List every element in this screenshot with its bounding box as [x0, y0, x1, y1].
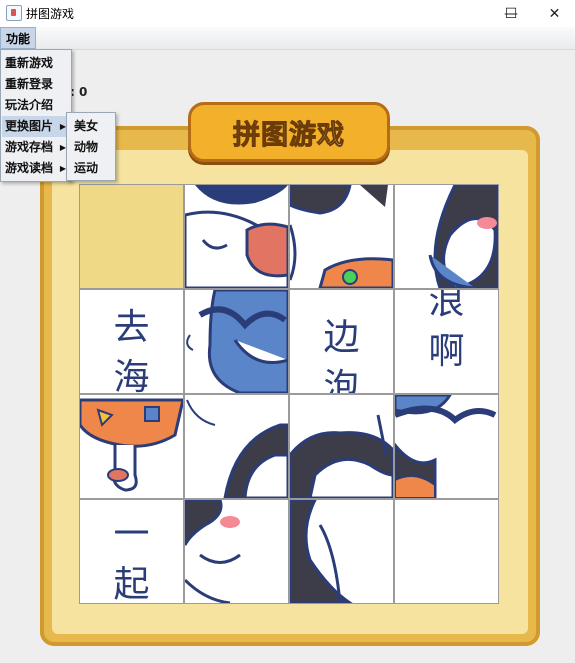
menu-item-restart[interactable]: 重新游戏: [2, 53, 70, 74]
tile-char: 啊: [428, 331, 465, 372]
menu-bar: [0, 27, 575, 50]
puzzle-tile-r2c3[interactable]: [395, 395, 498, 498]
submenu-item-animal[interactable]: 动物: [68, 137, 114, 158]
puzzle-tile-r3c0[interactable]: 一 起: [80, 500, 183, 603]
puzzle-tile-r0c2[interactable]: [290, 185, 393, 288]
puzzle-tile-r1c0[interactable]: 去 海: [80, 290, 183, 393]
puzzle-tile-r1c3[interactable]: 浪 啊: [395, 290, 498, 393]
step-counter: : 0: [70, 85, 88, 99]
tile-char: 一: [113, 514, 150, 555]
menu-item-howto[interactable]: 玩法介绍: [2, 95, 70, 116]
window-title: 拼图游戏: [26, 7, 75, 21]
tile-char: 边: [323, 317, 360, 358]
close-button[interactable]: ✕: [534, 0, 575, 27]
menu-item-label: 更换图片: [5, 119, 54, 133]
puzzle-tile-r2c1[interactable]: [185, 395, 288, 498]
menu-function[interactable]: 功能: [0, 27, 37, 49]
maximize-button[interactable]: ☐: [488, 0, 534, 27]
change-image-submenu: 美女 动物 运动: [66, 112, 116, 181]
puzzle-tile-r3c3[interactable]: [395, 500, 498, 603]
puzzle-tile-r1c2[interactable]: 边 泡: [290, 290, 393, 393]
logo-text: 拼图游戏: [233, 119, 345, 151]
game-logo: 拼图游戏: [188, 102, 390, 162]
function-menu-popup: 重新游戏 重新登录 玩法介绍 更换图片 ▶ 游戏存档 ▶ 游戏读档 ▶: [0, 49, 72, 182]
java-app-icon: [6, 5, 22, 21]
puzzle-tile-r3c1[interactable]: [185, 500, 288, 603]
title-bar: 拼图游戏 — ☐ ✕: [0, 0, 575, 27]
menu-item-relogin[interactable]: 重新登录: [2, 74, 70, 95]
tile-char: 去: [113, 307, 150, 348]
tile-char: 海: [113, 357, 150, 393]
puzzle-tile-r3c2[interactable]: [290, 500, 393, 603]
menu-item-change-image[interactable]: 更换图片 ▶: [2, 116, 70, 137]
menu-item-load[interactable]: 游戏读档 ▶: [2, 158, 70, 179]
tile-char: 泡: [323, 367, 360, 393]
menu-item-save[interactable]: 游戏存档 ▶: [2, 137, 70, 158]
menu-item-label: 游戏读档: [5, 161, 54, 175]
submenu-item-beauty[interactable]: 美女: [68, 116, 114, 137]
submenu-item-sport[interactable]: 运动: [68, 158, 114, 179]
puzzle-tile-r2c2[interactable]: [290, 395, 393, 498]
tile-char: 起: [113, 564, 150, 603]
puzzle-tile-r0c3[interactable]: [395, 185, 498, 288]
puzzle-tile-empty[interactable]: [80, 185, 183, 288]
menu-item-label: 游戏存档: [5, 140, 54, 154]
puzzle-tile-r2c0[interactable]: [80, 395, 183, 498]
puzzle-tile-r1c1[interactable]: [185, 290, 288, 393]
puzzle-tile-r0c1[interactable]: [185, 185, 288, 288]
puzzle-board: 去 海 边 泡 浪 啊 一 起: [79, 184, 499, 604]
tile-char: 浪: [428, 290, 465, 322]
